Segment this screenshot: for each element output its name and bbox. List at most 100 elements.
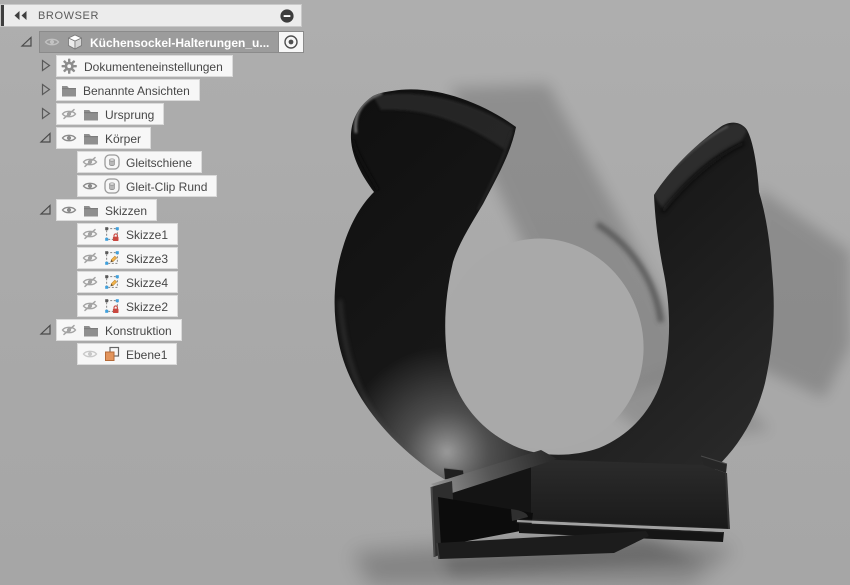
sketch-pencil-icon [105, 251, 119, 265]
tree-item-konstruktion[interactable]: Konstruktion [56, 319, 182, 341]
tree-row: Gleit-Clip Rund [0, 175, 310, 197]
node-type-icon-wrap [61, 84, 77, 97]
visibility-toggle[interactable] [82, 228, 98, 240]
body-cylinder-icon [104, 178, 120, 194]
tree-row: Ebene1 [0, 343, 310, 365]
folder-icon [84, 109, 98, 120]
tree-item-k-rper[interactable]: Körper [56, 127, 152, 149]
tree-item-skizze2[interactable]: Skizze2 [77, 295, 179, 317]
tree-row: Körper [0, 127, 310, 149]
visibility-eye-off-icon [82, 156, 98, 168]
visibility-toggle[interactable] [82, 276, 98, 288]
folder-icon [84, 205, 98, 216]
node-type-icon-wrap [66, 33, 84, 51]
visibility-toggle[interactable] [82, 180, 98, 192]
node-type-icon-wrap [83, 324, 99, 337]
tree-item-skizze4[interactable]: Skizze4 [77, 271, 179, 293]
folder-icon [84, 133, 98, 144]
tree-row: Skizze4 [0, 271, 310, 293]
tree-item-label: Ebene1 [126, 347, 168, 362]
sketch-locked-icon [105, 227, 119, 241]
collapsed-twisty-icon [41, 107, 51, 120]
tree-row: Skizze3 [0, 247, 310, 269]
tree-row: Ursprung [0, 103, 310, 125]
tree-item-label: Gleit-Clip Rund [126, 179, 208, 194]
tree-row: Benannte Ansichten [0, 79, 310, 101]
tree-item-label: Ursprung [105, 107, 155, 122]
node-type-icon-wrap [83, 132, 99, 145]
tree-item-gleitschiene[interactable]: Gleitschiene [77, 151, 203, 173]
expanded-twisty[interactable] [38, 130, 53, 145]
node-type-icon-wrap [104, 274, 120, 290]
node-type-icon-wrap [104, 226, 120, 242]
tree-item-label: Körper [105, 131, 142, 146]
visibility-toggle[interactable] [82, 300, 98, 312]
tree-item-skizze1[interactable]: Skizze1 [77, 223, 179, 245]
folder-icon [84, 325, 98, 336]
tree-row: Skizze2 [0, 295, 310, 317]
tree-item-k-chensockel-halterungen-u-[interactable]: Küchensockel-Halterungen_u... [39, 31, 280, 53]
expanded-twisty[interactable] [38, 202, 53, 217]
tree-item-skizzen[interactable]: Skizzen [56, 199, 158, 221]
tree-row: Skizzen [0, 199, 310, 221]
expanded-twisty[interactable] [38, 322, 53, 337]
collapsed-twisty-icon [41, 83, 51, 96]
expanded-twisty-icon [39, 204, 51, 215]
folder-icon [62, 85, 76, 96]
collapsed-twisty-icon [41, 59, 51, 72]
visibility-toggle[interactable] [82, 348, 98, 360]
node-type-icon-wrap [83, 108, 99, 121]
visibility-eye-off-icon [82, 276, 98, 288]
visibility-toggle[interactable] [61, 204, 77, 216]
expanded-twisty-icon [39, 324, 51, 335]
node-type-icon-wrap [104, 346, 120, 362]
tree-item-skizze3[interactable]: Skizze3 [77, 247, 179, 269]
tree-item-label: Skizze4 [126, 275, 169, 290]
visibility-toggle[interactable] [61, 108, 77, 120]
tree-row: Dokumenteneinstellungen [0, 55, 310, 77]
collapsed-twisty[interactable] [38, 58, 53, 73]
visibility-eye-off-icon [61, 324, 77, 336]
visibility-eye-off-icon [82, 228, 98, 240]
node-type-icon-wrap [104, 154, 120, 170]
construction-plane-icon [105, 346, 120, 361]
tree-item-dokumenteneinstellungen[interactable]: Dokumenteneinstellungen [56, 55, 233, 77]
tree-row: Skizze1 [0, 223, 310, 245]
visibility-eye-icon [61, 206, 77, 214]
tree-item-label: Skizze2 [126, 299, 169, 314]
node-type-icon-wrap [104, 178, 120, 194]
tree-item-gleit-clip-rund[interactable]: Gleit-Clip Rund [77, 175, 218, 197]
visibility-eye-icon [82, 350, 98, 358]
sketch-locked-icon [105, 299, 119, 313]
tree-item-ursprung[interactable]: Ursprung [56, 103, 165, 125]
visibility-toggle[interactable] [82, 252, 98, 264]
visibility-toggle[interactable] [61, 324, 77, 336]
node-type-icon-wrap [61, 58, 78, 75]
expanded-twisty[interactable] [19, 34, 34, 49]
tree-row: Konstruktion [0, 319, 310, 341]
activate-component-button[interactable] [279, 31, 304, 53]
tree-item-label: Skizze1 [126, 227, 169, 242]
tree-item-label: Konstruktion [105, 323, 172, 338]
tree-item-label: Dokumenteneinstellungen [84, 59, 223, 74]
expanded-twisty-icon [39, 132, 51, 143]
application-window: { "scene": { "background_color": "#ababa… [0, 0, 850, 585]
collapsed-twisty[interactable] [38, 82, 53, 97]
node-type-icon-wrap [104, 250, 120, 266]
browser-tree: Küchensockel-Halterungen_u... Dokumentene… [0, 0, 310, 585]
collapsed-twisty[interactable] [38, 106, 53, 121]
visibility-eye-off-icon [82, 300, 98, 312]
body-cylinder-icon [104, 154, 120, 170]
visibility-eye-off-icon [82, 252, 98, 264]
component-cube-icon [68, 34, 82, 50]
expanded-twisty-icon [20, 36, 32, 47]
visibility-toggle[interactable] [82, 156, 98, 168]
tree-item-label: Küchensockel-Halterungen_u... [90, 35, 270, 50]
visibility-toggle[interactable] [44, 36, 60, 48]
visibility-toggle[interactable] [61, 132, 77, 144]
tree-item-ebene1[interactable]: Ebene1 [77, 343, 178, 365]
tree-row: Gleitschiene [0, 151, 310, 173]
tree-item-label: Gleitschiene [126, 155, 193, 170]
sketch-pencil-icon [105, 275, 119, 289]
tree-item-benannte-ansichten[interactable]: Benannte Ansichten [56, 79, 200, 101]
